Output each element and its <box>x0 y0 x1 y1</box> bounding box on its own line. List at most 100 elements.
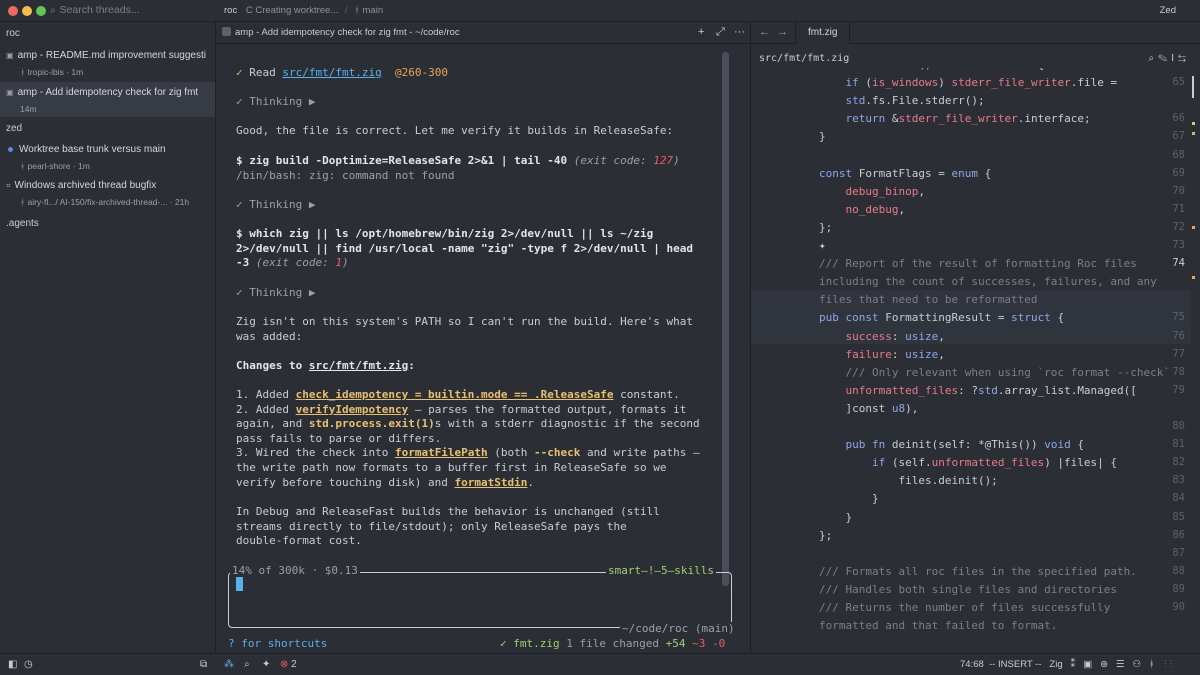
thinking-toggle[interactable]: ✓ Thinking ▶ <box>236 198 315 213</box>
code-line[interactable]: std.fs.File.stderr(); <box>819 94 985 107</box>
more-options-button[interactable]: ··· <box>734 26 745 38</box>
thread-item[interactable]: ⌗ Windows archived thread bugfix ᚼ airy-f… <box>0 180 215 212</box>
file-link[interactable]: src/fmt/fmt.zig <box>282 66 381 79</box>
project-switcher[interactable]: roc C Creating worktree... / ᚼ main <box>224 5 383 16</box>
history-icon[interactable]: ◷ <box>24 659 33 670</box>
project-name[interactable]: roc <box>224 5 237 16</box>
line-number[interactable]: 84 <box>1155 492 1185 504</box>
code-line[interactable]: } <box>819 130 826 143</box>
line-number[interactable]: 69 <box>1155 167 1185 179</box>
line-number[interactable]: 73 <box>1155 239 1185 251</box>
code-line[interactable]: } <box>819 511 852 524</box>
assistant-edit-icon[interactable]: ✎ <box>1158 53 1171 64</box>
sidebar-group-agents[interactable]: .agents <box>6 218 39 229</box>
line-number[interactable]: 89 <box>1155 583 1185 595</box>
code-line[interactable]: } <box>819 492 879 505</box>
code-line[interactable]: /// Returns the number of files successf… <box>819 601 1110 614</box>
code-line[interactable]: if (is_windows) stderr_file_writer.file … <box>819 76 1118 89</box>
search-threads-input[interactable]: ⌕ Search threads... <box>50 4 140 16</box>
diagnostics-icon[interactable]: ✦ <box>262 659 270 670</box>
code-line[interactable]: no_debug, <box>819 203 906 216</box>
line-number[interactable]: 86 <box>1155 529 1185 541</box>
thinking-toggle[interactable]: ✓ Thinking ▶ <box>236 286 315 301</box>
line-number[interactable]: 82 <box>1155 456 1185 468</box>
files-changed-summary[interactable]: ✓ fmt.zig 1 file changed +54 ~3 -0 <box>500 637 725 650</box>
code-line[interactable]: files that need to be reformatted <box>819 293 1038 306</box>
close-window-button[interactable] <box>8 6 18 16</box>
error-count[interactable]: ⊗ 2 <box>280 659 297 670</box>
code-line[interactable]: const FormatFlags = enum { <box>819 167 991 180</box>
line-number[interactable]: 68 <box>1155 149 1185 161</box>
editor-buffer[interactable]: 64 fn stderrWriter() *std.io.Writer {65 i… <box>751 68 1191 653</box>
new-thread-icon[interactable]: ⧉ <box>200 659 207 670</box>
code-line[interactable]: failure: usize, <box>819 348 945 361</box>
code-line[interactable]: /// Only relevant when using `roc format… <box>819 366 1170 379</box>
project-panel-icon[interactable]: ⁂ <box>224 659 234 670</box>
code-line[interactable]: ✦ <box>819 239 826 252</box>
line-number[interactable]: 75 <box>1155 311 1185 323</box>
branch-icon[interactable]: ᚼ <box>1149 659 1155 670</box>
line-number[interactable]: 67 <box>1155 130 1185 142</box>
search-icon[interactable]: ⌕ <box>244 659 250 670</box>
outline-icon[interactable]: ☰ <box>1116 659 1125 670</box>
code-line[interactable]: ]const u8), <box>819 402 918 415</box>
code-line[interactable]: files.deinit(); <box>819 474 997 487</box>
language-selector[interactable]: Zig <box>1049 659 1062 670</box>
line-number[interactable]: 71 <box>1155 203 1185 215</box>
expand-icon[interactable]: ⤢ <box>716 26 725 39</box>
editor-scrollbar[interactable] <box>1192 76 1196 636</box>
tool-call-bash[interactable]: $ which zig || ls /opt/homebrew/bin/zig … <box>236 227 653 242</box>
format-icon[interactable]: ⁑ <box>1071 659 1076 670</box>
terminal-icon[interactable]: ▣ <box>1083 659 1092 670</box>
line-number[interactable]: 83 <box>1155 474 1185 486</box>
code-line[interactable]: return &stderr_file_writer.interface; <box>819 112 1091 125</box>
code-line[interactable]: }; <box>819 529 832 542</box>
code-line[interactable]: fn stderrWriter() *std.io.Writer { <box>819 68 1044 71</box>
line-number[interactable]: 87 <box>1155 547 1185 559</box>
code-line[interactable]: }; <box>819 221 832 234</box>
transcript-scrollbar[interactable] <box>722 52 729 586</box>
collab-icon[interactable]: ⚇ <box>1132 659 1141 670</box>
forward-icon[interactable]: → <box>777 26 788 38</box>
code-line[interactable]: pub const FormattingResult = struct { <box>819 311 1064 324</box>
line-number[interactable]: 79 <box>1155 384 1185 396</box>
new-thread-button[interactable]: + <box>698 26 704 38</box>
line-number[interactable]: 76 <box>1155 330 1185 342</box>
inline-assist-icon[interactable]: I <box>1171 53 1178 64</box>
branch-selector[interactable]: ᚼ main <box>354 5 383 16</box>
search-icon[interactable]: ⌕ <box>1148 53 1158 64</box>
zoom-window-button[interactable] <box>36 6 46 16</box>
line-number[interactable]: 90 <box>1155 601 1185 613</box>
back-icon[interactable]: ← <box>759 26 770 38</box>
thread-item-selected[interactable]: ▣ amp - Add idempotency check for zig fmt… <box>0 82 215 117</box>
line-number[interactable]: 88 <box>1155 565 1185 577</box>
minimize-window-button[interactable] <box>22 6 32 16</box>
shortcuts-hint[interactable]: ? for shortcuts <box>228 637 327 650</box>
code-line[interactable]: if (self.unformatted_files) |files| { <box>819 456 1117 469</box>
message-input[interactable] <box>228 572 732 628</box>
line-number[interactable]: 85 <box>1155 511 1185 523</box>
code-line[interactable]: unformatted_files: ?std.array_list.Manag… <box>819 384 1137 397</box>
code-line[interactable]: formatted and that failed to format. <box>819 619 1057 632</box>
line-number[interactable]: 65 <box>1155 76 1185 88</box>
agent-thread-title[interactable]: amp - Add idempotency check for zig fmt … <box>222 27 460 38</box>
code-line[interactable]: including the count of successes, failur… <box>819 275 1157 288</box>
panel-toggle-icon[interactable]: ◧ <box>8 659 17 670</box>
cursor-position[interactable]: 74:68 <box>960 659 984 670</box>
settings-icon[interactable]: ⁝⁝ <box>1163 659 1174 670</box>
code-line[interactable]: /// Formats all roc files in the specifi… <box>819 565 1137 578</box>
tab-fmt-zig[interactable]: fmt.zig <box>795 22 851 44</box>
thread-item[interactable]: Worktree base trunk versus main ᚼ pearl-… <box>0 144 215 176</box>
tool-call-read[interactable]: ✓ Read src/fmt/fmt.zig @260-300 <box>236 66 448 81</box>
code-line[interactable]: success: usize, <box>819 330 945 343</box>
code-line[interactable]: /// Report of the result of formatting R… <box>819 257 1137 270</box>
agent-icon[interactable]: ⊛ <box>1100 659 1108 670</box>
sidebar-group-roc[interactable]: roc <box>6 28 20 39</box>
user-menu[interactable]: Zed <box>1160 5 1176 16</box>
code-line[interactable]: pub fn deinit(self: *@This()) void { <box>819 438 1084 451</box>
line-number[interactable]: 66 <box>1155 112 1185 124</box>
line-number[interactable]: 74 <box>1155 257 1185 269</box>
tool-call-bash[interactable]: $ zig build -Doptimize=ReleaseSafe 2>&1 … <box>236 154 680 169</box>
mode-skills-indicator[interactable]: smart—!—5—skills <box>606 564 716 577</box>
breadcrumb[interactable]: src/fmt/fmt.zig <box>759 53 849 64</box>
